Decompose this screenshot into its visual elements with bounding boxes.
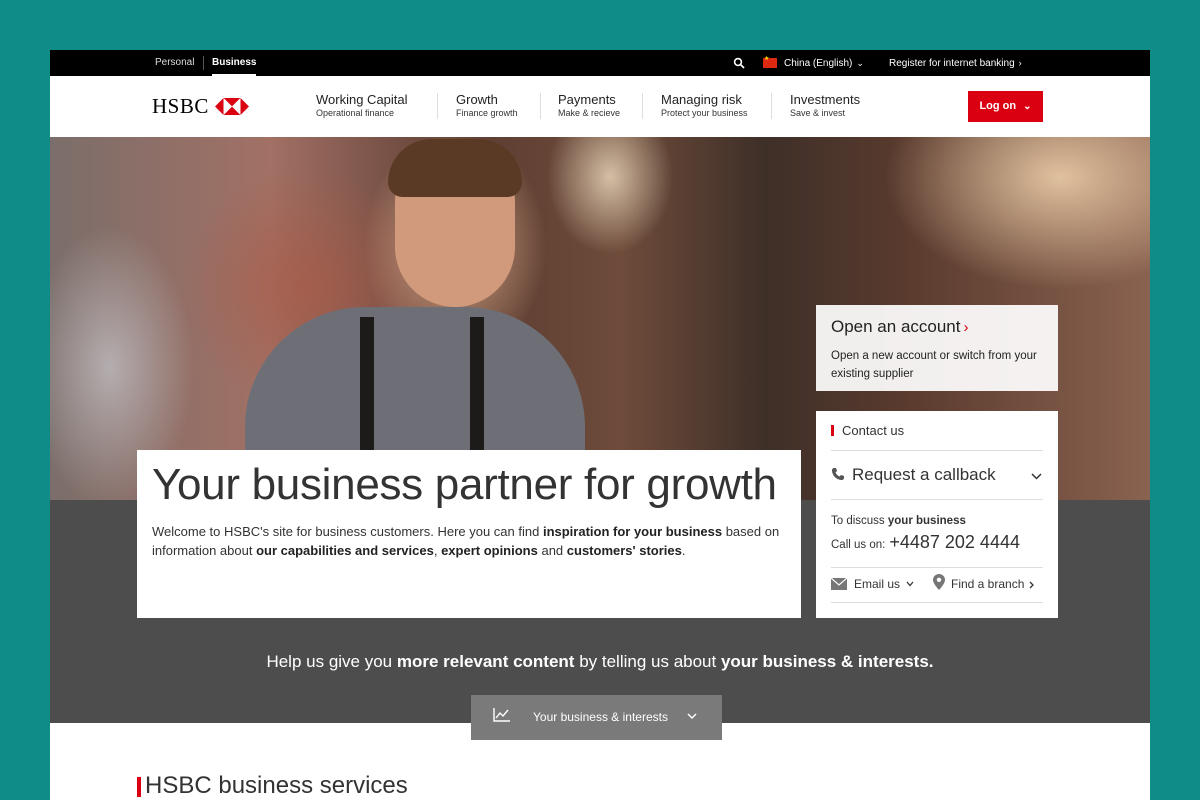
contact-links: Email us Find a branch — [831, 567, 1043, 603]
nav-item-subtitle: Make & recieve — [558, 108, 621, 118]
map-pin-icon — [933, 574, 945, 590]
find-branch-label: Find a branch — [951, 577, 1025, 591]
chevron-down-icon — [906, 581, 914, 587]
interests-prompt-bold: your business & interests. — [720, 652, 934, 671]
nav-item-title: Investments — [790, 92, 861, 107]
phone-number[interactable]: +4487 202 4444 — [889, 532, 1020, 552]
nav-item-subtitle: Operational finance — [316, 108, 395, 118]
intro-bold: inspiration for your business — [542, 524, 723, 539]
register-label: Register for internet banking — [889, 58, 1015, 69]
china-flag-icon — [763, 55, 777, 68]
chevron-right-icon — [1029, 581, 1034, 589]
request-callback-label: Request a callback — [852, 465, 996, 484]
envelope-icon — [831, 578, 847, 590]
browser-page: Personal Business China (English)⌄ Regis… — [50, 50, 1150, 800]
chevron-down-icon — [1031, 473, 1042, 480]
chevron-right-icon: › — [1018, 58, 1022, 68]
nav-item-subtitle: Protect your business — [661, 108, 748, 118]
intro-text: Welcome to HSBC's site for business cust… — [152, 524, 543, 539]
phone-icon — [832, 468, 844, 480]
nav-item-working-capital[interactable]: Working Capital Operational finance — [316, 92, 408, 122]
chevron-down-icon — [687, 713, 697, 720]
nav-item-investments[interactable]: Investments Save & invest — [790, 92, 860, 122]
nav-item-growth[interactable]: Growth Finance growth — [456, 92, 518, 122]
open-account-panel[interactable]: Open an account › Open a new account or s… — [816, 305, 1058, 391]
nav-item-managing-risk[interactable]: Managing risk Protect your business — [661, 92, 748, 122]
nav-item-subtitle: Finance growth — [456, 108, 518, 118]
logon-label: Log on — [979, 100, 1017, 112]
hero-card: Your business partner for growth Welcome… — [137, 450, 801, 618]
topbar-divider — [203, 56, 204, 70]
country-selector[interactable]: China (English) ⌄ — [784, 50, 864, 76]
intro-text: , — [433, 543, 442, 558]
intro-bold: expert opinions — [441, 543, 538, 558]
search-icon[interactable] — [733, 57, 745, 69]
open-account-text: Open a new account or switch from your e… — [831, 350, 1037, 380]
line-chart-icon — [493, 708, 510, 722]
intro-bold: customers' stories — [566, 543, 682, 558]
interests-prompt-text: Help us give you — [266, 652, 397, 671]
intro-text: and — [537, 543, 567, 558]
red-accent-bar — [831, 425, 834, 436]
tab-business[interactable]: Business — [212, 50, 257, 76]
interests-prompt-text: by telling us about — [574, 652, 721, 671]
intro-text: . — [681, 543, 686, 558]
nav-item-title: Working Capital — [316, 92, 408, 107]
request-callback-button[interactable]: Request a callback — [831, 452, 1043, 500]
red-accent-bar — [137, 777, 141, 797]
business-interests-label: Your business & interests — [533, 710, 668, 724]
nav-divider — [540, 93, 541, 119]
discuss-bold: your business — [887, 515, 966, 527]
services-heading: HSBC business services — [145, 772, 408, 799]
nav-divider — [437, 93, 438, 119]
interests-prompt-bold: more relevant content — [396, 652, 575, 671]
hero-intro: Welcome to HSBC's site for business cust… — [152, 522, 797, 560]
nav-item-title: Growth — [456, 92, 498, 107]
hsbc-logo[interactable]: HSBC — [152, 93, 249, 119]
hero-person-hair — [388, 139, 522, 197]
top-utility-bar: Personal Business China (English)⌄ Regis… — [50, 50, 1150, 76]
call-us-line: Call us on: +4487 202 4444 — [831, 532, 1020, 553]
hsbc-hexagon-icon — [214, 97, 249, 115]
main-navigation: HSBC Working Capital Operational finance… — [50, 76, 1150, 137]
nav-item-title: Managing risk — [661, 92, 742, 107]
logo-text: HSBC — [152, 93, 209, 118]
chevron-right-icon: › — [963, 319, 969, 336]
contact-panel: Contact us Request a callback To discuss… — [816, 411, 1058, 618]
nav-divider — [642, 93, 643, 119]
business-interests-button[interactable]: Your business & interests — [471, 695, 722, 740]
page-title: Your business partner for growth — [152, 460, 777, 509]
open-account-title: Open an account — [831, 317, 961, 336]
nav-item-subtitle: Save & invest — [790, 108, 846, 118]
country-label: China (English) — [784, 58, 853, 69]
contact-heading-label: Contact us — [842, 423, 905, 438]
interests-prompt: Help us give you more relevant content b… — [50, 652, 1150, 672]
chevron-down-icon: ⌄ — [1023, 101, 1032, 112]
intro-bold: our capabilities and services — [256, 543, 434, 558]
nav-divider — [771, 93, 772, 119]
email-us-label: Email us — [854, 577, 901, 591]
open-account-link[interactable]: Open an account › — [831, 317, 968, 337]
chevron-down-icon: ⌄ — [856, 58, 864, 68]
logon-button[interactable]: Log on ⌄ — [968, 91, 1043, 122]
register-link[interactable]: Register for internet banking › — [889, 50, 1022, 76]
nav-item-payments[interactable]: Payments Make & recieve — [558, 92, 620, 122]
contact-heading: Contact us — [831, 421, 1043, 451]
tab-personal[interactable]: Personal — [155, 50, 194, 76]
call-us-label: Call us on: — [831, 539, 886, 551]
nav-item-title: Payments — [558, 92, 616, 107]
discuss-prefix: To discuss — [831, 515, 888, 527]
discuss-text: To discuss your business — [831, 515, 966, 527]
